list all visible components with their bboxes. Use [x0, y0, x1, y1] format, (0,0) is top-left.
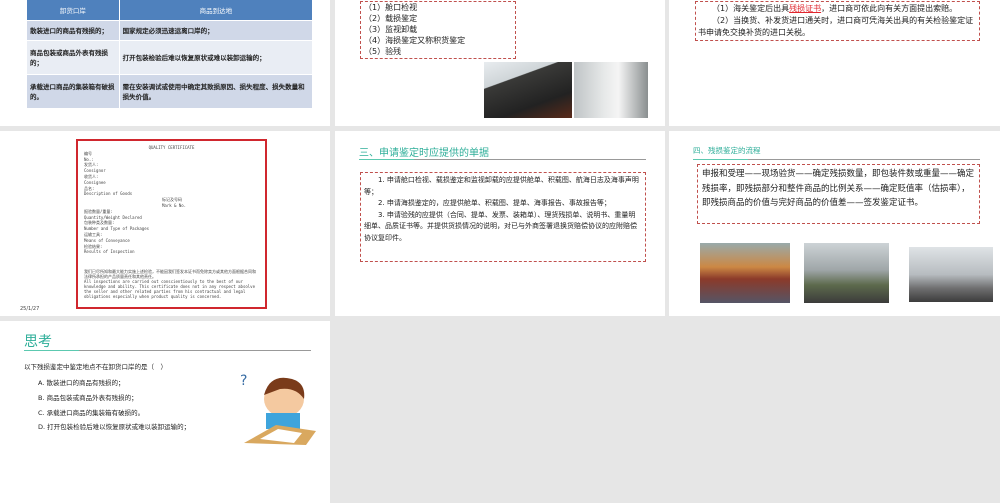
table-row: 商品包装或商品外表有残损的； 打开包装检验后难以恢复原状或难以装卸运输的；: [27, 39, 314, 74]
customs-text-box: （1）海关鉴定后出具残损证书，进口商可依此向有关方面提出索赔。 （2）当换货、补…: [695, 1, 980, 41]
list-item: （5）验残: [364, 47, 402, 56]
inspection-photo-3: [909, 247, 993, 302]
cert-field: Results of Inspection: [84, 249, 135, 255]
list-item: （4）海损鉴定又称积货鉴定: [364, 36, 466, 45]
paragraph: 3. 申请验残的应提供（合同、提单、发票、装箱单）、理货残损单、说明书、重量明细…: [364, 210, 637, 242]
location-table: 卸货口岸 商品到达地 散装进口的商品有残损的； 国家规定必须迅速运离口岸的； 商品包…: [27, 0, 314, 108]
table-row: 散装进口的商品有残损的； 国家规定必须迅速运离口岸的；: [27, 19, 314, 40]
text: （2）当换货、补发货进口通关时，进口商可凭海关出具的有关检验鉴定证书申请免交换补…: [698, 16, 974, 37]
list-item: （3）监视卸载: [364, 25, 418, 34]
slide-customs-certificate[interactable]: （1）海关鉴定后出具残损证书，进口商可依此向有关方面提出索赔。 （2）当换货、补…: [669, 0, 1000, 126]
highlight-link[interactable]: 残损证书: [789, 4, 821, 13]
table-cell: 散装进口的商品有残损的；: [27, 19, 120, 40]
slide-title: 思考: [24, 334, 52, 350]
table-cell: 承载进口商品的集装箱有破损的。: [27, 73, 120, 108]
slide-thinking-question[interactable]: 思考 以下残损鉴定中鉴定地点不在卸货口岸的是（ ） A. 散装进口的商品有残损的…: [0, 321, 330, 503]
list-item: （2）载损鉴定: [364, 14, 418, 23]
coal-pile-photo: [484, 62, 572, 118]
thinking-boy-illustration: ?: [240, 373, 316, 445]
table-cell: 需在安装调试或使用中确定其致损原因、损失程度、损失数量和损失价值。: [119, 73, 314, 108]
answer-option[interactable]: C. 承载进口商品的集装箱有破损的。: [38, 407, 144, 417]
list-item: （1）舱口检视: [364, 3, 418, 12]
question-mark-icon: ?: [240, 373, 247, 389]
text: ，进口商可依此向有关方面提出索赔。: [821, 4, 958, 13]
slide-inspection-types[interactable]: （1）舱口检视 （2）载损鉴定 （3）监视卸载 （4）海损鉴定又称积货鉴定 （5…: [335, 0, 665, 126]
table-cell: 商品包装或商品外表有残损的；: [27, 39, 120, 74]
inspection-photo-1: [700, 243, 790, 303]
slide-title: 四、残损鉴定的流程: [693, 146, 761, 155]
documents-text-box: 1. 申请舱口检视、载损鉴定和监视卸载的应提供舱单、积载图、航海日志及海事声明等…: [360, 172, 646, 262]
text: （1）海关鉴定后出具: [712, 4, 790, 13]
quality-certificate-image: QUALITY CERTIFICATE 编号 No.: 发货人: Consign…: [76, 139, 267, 309]
inspection-type-list: （1）舱口检视 （2）载损鉴定 （3）监视卸载 （4）海损鉴定又称积货鉴定 （5…: [360, 1, 516, 59]
slide-date: 25/1/27: [20, 306, 40, 312]
cert-statement: All inspections are carried out conscien…: [84, 279, 255, 300]
title-divider: [359, 159, 646, 160]
title-divider: [24, 350, 311, 351]
answer-option[interactable]: D. 打开包装检验后难以恢复原状或难以装卸运输的；: [38, 421, 190, 431]
paragraph: 2. 申请海损鉴定的，应提供舱单、积载图、提单、海事报告、事故报告等；: [378, 199, 611, 207]
slide-damage-process[interactable]: 四、残损鉴定的流程 申报和受理——现场验货——确定残损数量，即包装件数或重量——…: [669, 131, 1000, 316]
answer-option[interactable]: B. 商品包装或商品外表有残损的；: [38, 392, 138, 402]
cert-statement: 我们已尽所知和最大能力实施上述检验，不能因我们签发本证书而免除卖方或其他方面根据…: [84, 269, 256, 280]
slide-title: 三、申请鉴定时应提供的单据: [359, 148, 489, 159]
slide-inspection-location-table[interactable]: 卸货口岸 商品到达地 散装进口的商品有残损的； 国家规定必须迅速运离口岸的； 商品包…: [0, 0, 330, 126]
inspection-photo-2: [804, 243, 889, 303]
table-header: 卸货口岸: [27, 0, 120, 20]
question-text: 以下残损鉴定中鉴定地点不在卸货口岸的是（ ）: [24, 363, 167, 371]
table-row: 承载进口商品的集装箱有破损的。 需在安装调试或使用中确定其致损原因、损失程度、损失…: [27, 73, 314, 108]
paragraph: 1. 申请舱口检视、载损鉴定和监视卸载的应提供舱单、积载图、航海日志及海事声明等…: [364, 176, 639, 196]
slide-required-documents[interactable]: 三、申请鉴定时应提供的单据 1. 申请舱口检视、载损鉴定和监视卸载的应提供舱单、…: [335, 131, 665, 316]
answer-option[interactable]: A. 散装进口的商品有残损的；: [38, 377, 124, 387]
lab-photo: [574, 62, 648, 118]
table-cell: 打开包装检验后难以恢复原状或难以装卸运输的；: [119, 39, 314, 74]
process-text-box: 申报和受理——现场验货——确定残损数量，即包装件数或重量——确定残损率，即残损部…: [697, 164, 980, 224]
table-header: 商品到达地: [119, 0, 314, 20]
table-cell: 国家规定必须迅速运离口岸的；: [119, 19, 314, 40]
slide-quality-certificate[interactable]: QUALITY CERTIFICATE 编号 No.: 发货人: Consign…: [0, 131, 330, 316]
title-divider: [693, 159, 980, 160]
